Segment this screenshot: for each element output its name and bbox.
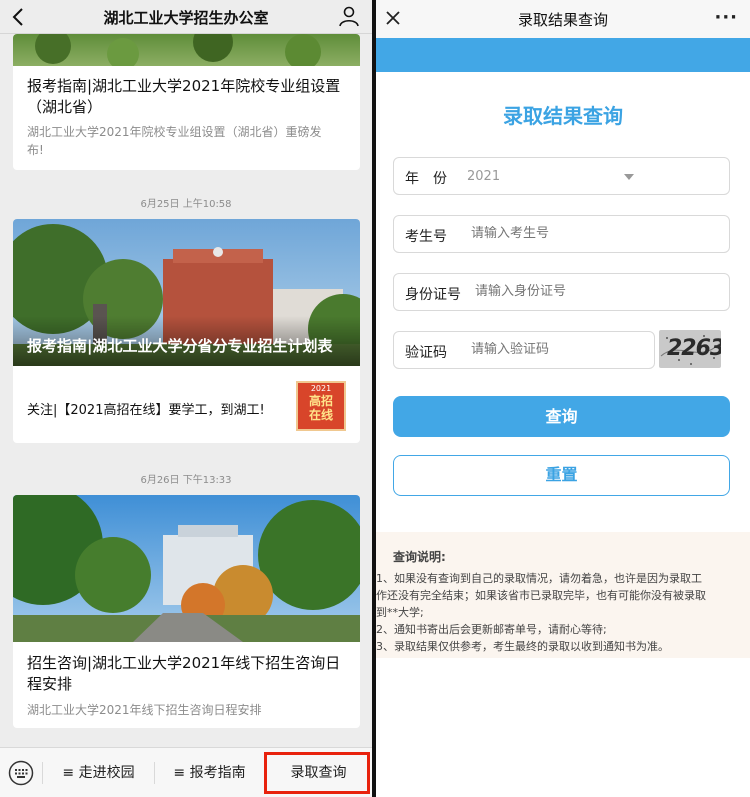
article-cover-image <box>13 34 360 66</box>
article-card[interactable]: 报考指南|湖北工业大学分省分专业招生计划表 关注|【2021高招在线】要学工，到… <box>13 219 360 443</box>
article-desc: 湖北工业大学2021年院校专业组设置（湖北省）重磅发 <box>27 125 322 139</box>
exam-number-field: 考生号 <box>393 215 730 253</box>
form-title: 录取结果查询 <box>503 104 623 128</box>
message-timestamp: 6月25日 上午10:58 <box>140 199 232 210</box>
year-label: 年 份 <box>405 171 447 187</box>
exam-number-input[interactable] <box>471 226 711 241</box>
keyboard-icon[interactable] <box>8 760 34 786</box>
article-title: 报考指南|湖北工业大学2021年院校专业组设置 <box>27 77 341 95</box>
page-title: 录取结果查询 <box>517 11 608 29</box>
instruction-line: 2、通知书寄出后会更新邮寄单号，请耐心等待; <box>376 623 607 636</box>
captcha-text: 2263 <box>667 336 721 361</box>
article-desc-cont: 布! <box>27 143 44 157</box>
user-icon[interactable] <box>338 5 360 27</box>
instruction-line: 到**大学; <box>376 606 424 619</box>
id-number-field: 身份证号 <box>393 273 730 311</box>
article-sub-text: 关注|【2021高招在线】要学工，到湖工! <box>27 403 265 418</box>
article-thumb: 2021 高招 在线 <box>296 381 346 431</box>
instruction-line: 3、录取结果仅供参考，考生最终的录取以收到通知书为准。 <box>376 640 669 653</box>
highlight-box <box>264 752 370 794</box>
article-hero: 报考指南|湖北工业大学分省分专业招生计划表 <box>13 219 360 366</box>
article-desc: 湖北工业大学2021年线下招生咨询日程安排 <box>27 703 262 717</box>
exam-number-label: 考生号 <box>405 229 447 245</box>
right-header: 录取结果查询 ··· <box>376 0 750 38</box>
captcha-image[interactable]: 2263 <box>659 330 721 368</box>
admission-query-pane: 录取结果查询 ··· 录取结果查询 年 份 2021 考生号 身份证号 验证码 … <box>376 0 750 797</box>
menu-item-guide[interactable]: ≡ 报考指南 <box>155 748 264 797</box>
chevron-down-icon <box>624 174 634 180</box>
year-value: 2021 <box>467 169 501 184</box>
close-icon[interactable] <box>384 9 402 27</box>
chevron-left-icon[interactable] <box>8 5 30 29</box>
article-card[interactable]: 招生咨询|湖北工业大学2021年线下招生咨询日 程安排 湖北工业大学2021年线… <box>13 495 360 728</box>
captcha-input[interactable] <box>471 342 641 357</box>
id-number-label: 身份证号 <box>405 287 461 303</box>
article-title-cont: 程安排 <box>27 675 73 693</box>
article-card[interactable]: 报考指南|湖北工业大学2021年院校专业组设置 （湖北省） 湖北工业大学2021… <box>13 34 360 170</box>
account-menu-bar: ≡ 走进校园 ≡ 报考指南 录取查询 <box>0 747 372 797</box>
year-select[interactable]: 年 份 2021 <box>393 157 730 195</box>
message-timestamp: 6月26日 下午13:33 <box>140 475 232 486</box>
id-number-input[interactable] <box>475 284 715 299</box>
query-instructions: 查询说明: 1、如果没有查询到自己的录取情况，请勿着急，也许是因为录取工 作还没… <box>376 532 750 658</box>
instruction-line: 作还没有完全结束；如果该省市已录取完毕，也有可能你没有被录取 <box>376 589 706 602</box>
article-title: 招生咨询|湖北工业大学2021年线下招生咨询日 <box>27 654 341 672</box>
campus-avenue-image <box>13 495 360 642</box>
more-icon[interactable]: ··· <box>714 7 738 28</box>
wechat-article-list-pane: 湖北工业大学招生办公室 报考指南|湖北工业大学2021年院校专业组设置 （湖北省… <box>0 0 372 797</box>
captcha-field: 验证码 <box>393 331 655 369</box>
reset-button[interactable]: 重置 <box>393 455 730 496</box>
menu-item-campus[interactable]: ≡ 走进校园 <box>43 748 154 797</box>
header-banner <box>376 38 750 72</box>
query-button[interactable]: 查询 <box>393 396 730 437</box>
instruction-line: 1、如果没有查询到自己的录取情况，请勿着急，也许是因为录取工 <box>376 572 702 585</box>
instructions-title: 查询说明: <box>393 550 446 564</box>
article-title-cont: （湖北省） <box>27 98 103 116</box>
left-header: 湖北工业大学招生办公室 <box>0 0 372 34</box>
account-title: 湖北工业大学招生办公室 <box>103 9 269 27</box>
captcha-label: 验证码 <box>405 345 447 361</box>
article-hero-title: 报考指南|湖北工业大学分省分专业招生计划表 <box>27 337 333 355</box>
